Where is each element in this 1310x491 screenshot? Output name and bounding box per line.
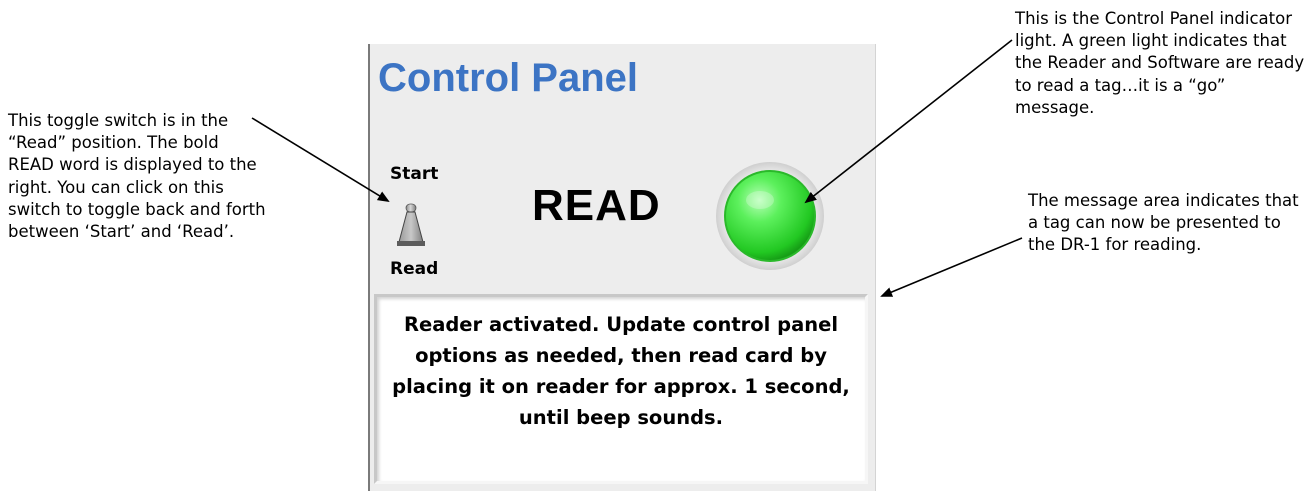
arrow-to-message-area: [880, 237, 1023, 297]
arrow-to-toggle: [251, 117, 390, 203]
callout-arrows: [251, 39, 1023, 297]
arrow-to-indicator: [804, 39, 1013, 204]
